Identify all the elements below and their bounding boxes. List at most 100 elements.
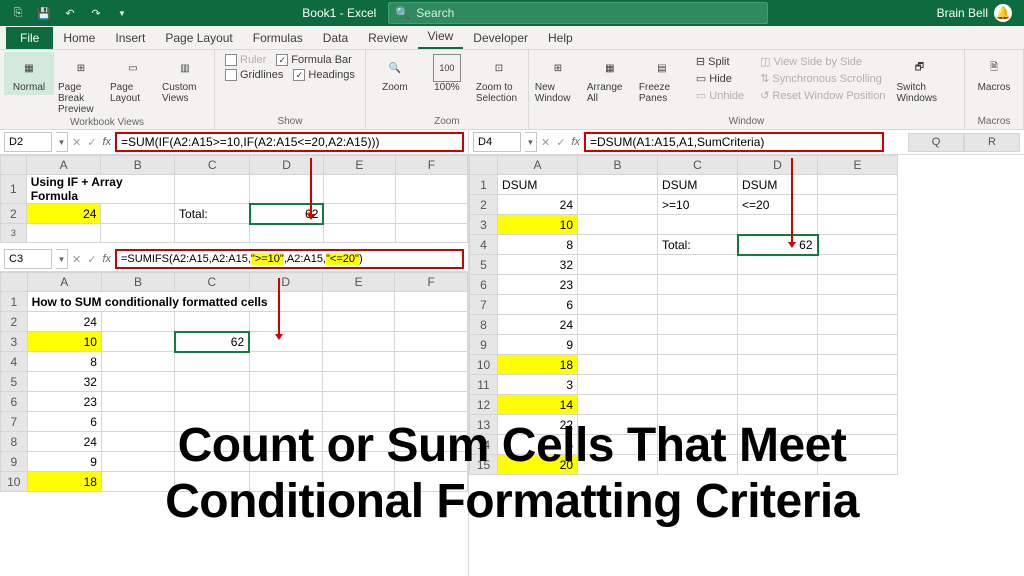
right-name-box[interactable]: D4	[473, 132, 521, 152]
qat-dropdown-icon[interactable]: ▼	[110, 2, 134, 24]
macros-button[interactable]: 🗎Macros	[969, 52, 1019, 95]
namebox-dropdown-icon-3[interactable]: ▼	[525, 132, 537, 152]
confirm-icon-2[interactable]: ✓	[87, 253, 96, 266]
cell-a2[interactable]: 24	[26, 204, 101, 224]
r-c4[interactable]: Total:	[658, 235, 738, 255]
cancel-icon[interactable]: ✕	[72, 136, 81, 149]
user-name[interactable]: Brain Bell	[937, 6, 988, 20]
r-a8[interactable]: 24	[498, 315, 578, 335]
hundred-icon: 100	[433, 54, 461, 82]
r-a7[interactable]: 6	[498, 295, 578, 315]
mid-a4[interactable]: 8	[27, 352, 101, 372]
arrange-all-label: Arrange All	[587, 82, 633, 104]
left-top-formula[interactable]: =SUM(IF(A2:A15>=10,IF(A2:A15<=20,A2:A15)…	[115, 132, 464, 152]
left-mid-formula[interactable]: =SUMIFS(A2:A15,A2:A15,">=10",A2:A15,"<=2…	[115, 249, 464, 269]
workbook-views-label: Workbook Views	[4, 117, 210, 130]
r-a12[interactable]: 14	[498, 395, 578, 415]
undo-icon[interactable]: ↶	[58, 2, 82, 24]
r-c2[interactable]: >=10	[658, 195, 738, 215]
formula-bar-checkbox[interactable]: ✓Formula Bar	[276, 54, 352, 66]
zoom-icon: 🔍	[381, 54, 409, 82]
r-a1[interactable]: DSUM	[498, 175, 578, 195]
switch-windows-button[interactable]: 🗗Switch Windows	[894, 52, 944, 106]
redo-icon[interactable]: ↷	[84, 2, 108, 24]
split-button[interactable]: ⊟ Split	[693, 54, 747, 69]
user-avatar-icon[interactable]: 🔔	[994, 4, 1012, 22]
r-a2[interactable]: 24	[498, 195, 578, 215]
r-a4[interactable]: 8	[498, 235, 578, 255]
fx-icon-2[interactable]: fx	[102, 253, 111, 265]
zoom-button[interactable]: 🔍Zoom	[370, 52, 420, 95]
r-a10[interactable]: 18	[498, 355, 578, 375]
freeze-panes-icon: ▤	[648, 54, 676, 82]
tab-home[interactable]: Home	[53, 27, 105, 49]
hide-button[interactable]: ▭ Hide	[693, 71, 747, 86]
r-d2[interactable]: <=20	[738, 195, 818, 215]
left-mid-name-box[interactable]: C3	[4, 249, 52, 269]
gridlines-checkbox[interactable]: Gridlines	[225, 69, 283, 81]
mid-a2[interactable]: 24	[27, 312, 101, 332]
zoom-selection-label: Zoom to Selection	[476, 82, 522, 104]
save-icon[interactable]: 💾	[32, 2, 56, 24]
page-layout-icon: ▭	[119, 54, 147, 82]
cancel-icon-3[interactable]: ✕	[541, 136, 550, 149]
page-break-label: Page Break Preview	[58, 82, 104, 115]
custom-views-button[interactable]: ▥Custom Views	[160, 52, 210, 106]
tab-review[interactable]: Review	[358, 27, 417, 49]
cell-c2[interactable]: Total:	[175, 204, 250, 224]
r-a11[interactable]: 3	[498, 375, 578, 395]
tab-help[interactable]: Help	[538, 27, 583, 49]
tab-insert[interactable]: Insert	[105, 27, 155, 49]
mid-a3[interactable]: 10	[27, 332, 101, 352]
r-a5[interactable]: 32	[498, 255, 578, 275]
r-a6[interactable]: 23	[498, 275, 578, 295]
formula-part-2: ,A2:A15,	[284, 253, 326, 265]
fx-icon-3[interactable]: fx	[571, 136, 580, 148]
left-top-grid[interactable]: ABCDEF 1Using IF + Array Formula 224Tota…	[0, 155, 468, 243]
col-q[interactable]: Q	[908, 133, 964, 152]
right-formula-bar: D4 ▼ ✕ ✓ fx =DSUM(A1:A15,A1,SumCriteria) Q…	[469, 130, 1024, 155]
red-arrow-2	[278, 278, 280, 338]
switch-windows-icon: 🗗	[905, 54, 933, 82]
left-top-title[interactable]: Using IF + Array Formula	[26, 175, 174, 204]
fx-icon[interactable]: fx	[102, 136, 111, 148]
r-d1[interactable]: DSUM	[738, 175, 818, 195]
mid-c3-selected[interactable]: 62	[175, 332, 250, 352]
r-d4-selected[interactable]: 62	[738, 235, 818, 255]
mid-a6[interactable]: 23	[27, 392, 101, 412]
r-a9[interactable]: 9	[498, 335, 578, 355]
left-top-name-box[interactable]: D2	[4, 132, 52, 152]
mid-a5[interactable]: 32	[27, 372, 101, 392]
autosave-icon[interactable]: ⎘	[6, 2, 30, 24]
namebox-dropdown-icon-2[interactable]: ▼	[56, 249, 68, 269]
page-break-button[interactable]: ⊞Page Break Preview	[56, 52, 106, 117]
zoom-selection-button[interactable]: ⊡Zoom to Selection	[474, 52, 524, 106]
headings-checkbox[interactable]: ✓Headings	[293, 69, 354, 81]
freeze-panes-button[interactable]: ▤Freeze Panes	[637, 52, 687, 106]
hundred-button[interactable]: 100100%	[422, 52, 472, 95]
tab-view[interactable]: View	[418, 25, 464, 49]
tab-developer[interactable]: Developer	[463, 27, 538, 49]
r-a3[interactable]: 10	[498, 215, 578, 235]
tab-data[interactable]: Data	[313, 27, 358, 49]
tab-page-layout[interactable]: Page Layout	[155, 27, 242, 49]
search-box[interactable]: 🔍 Search	[388, 2, 768, 24]
new-window-button[interactable]: ⊞New Window	[533, 52, 583, 106]
hundred-label: 100%	[434, 82, 460, 93]
show-label: Show	[219, 116, 361, 129]
page-layout-button[interactable]: ▭Page Layout	[108, 52, 158, 106]
group-window: ⊞New Window ▦Arrange All ▤Freeze Panes ⊟…	[529, 50, 965, 129]
arrange-all-button[interactable]: ▦Arrange All	[585, 52, 635, 106]
col-r[interactable]: R	[964, 133, 1020, 152]
overlay-line-2: Conditional Formatting Criteria	[0, 474, 1024, 529]
tab-file[interactable]: File	[6, 27, 53, 49]
confirm-icon-3[interactable]: ✓	[556, 136, 565, 149]
normal-view-button[interactable]: ▦Normal	[4, 52, 54, 95]
right-formula[interactable]: =DSUM(A1:A15,A1,SumCriteria)	[584, 132, 884, 152]
cancel-icon-2[interactable]: ✕	[72, 253, 81, 266]
side-by-side-button: ◫ View Side by Side	[757, 54, 888, 69]
confirm-icon[interactable]: ✓	[87, 136, 96, 149]
namebox-dropdown-icon[interactable]: ▼	[56, 132, 68, 152]
tab-formulas[interactable]: Formulas	[243, 27, 313, 49]
r-c1[interactable]: DSUM	[658, 175, 738, 195]
